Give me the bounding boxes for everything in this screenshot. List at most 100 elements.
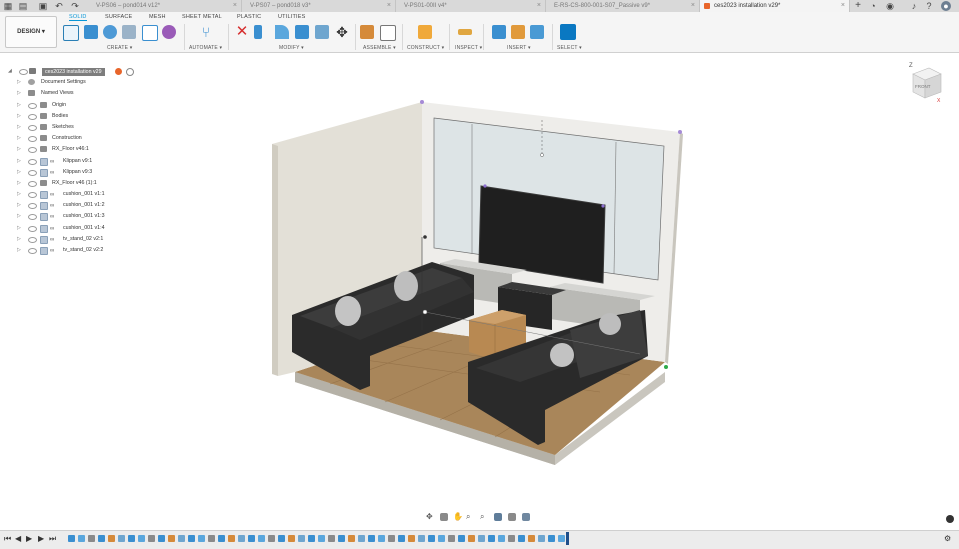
document-tab[interactable]: V-PS01-00II v4* × — [396, 0, 546, 12]
timeline-feature-icon[interactable] — [148, 535, 155, 542]
new-component-icon[interactable] — [360, 25, 374, 39]
fit-icon[interactable]: ⌕ — [480, 513, 488, 521]
automate-icon[interactable]: ⑂ — [199, 25, 213, 39]
timeline-feature-icon[interactable] — [528, 535, 535, 542]
timeline-feature-icon[interactable] — [118, 535, 125, 542]
form-icon[interactable] — [162, 25, 176, 39]
timeline-feature-icon[interactable] — [268, 535, 275, 542]
press-pull-icon[interactable] — [254, 25, 262, 39]
revolve-icon[interactable] — [103, 25, 117, 39]
cushion[interactable] — [599, 313, 621, 335]
timeline-feature-icon[interactable] — [508, 535, 515, 542]
sketch-point[interactable] — [422, 309, 428, 315]
timeline-feature-icon[interactable] — [368, 535, 375, 542]
measure-icon[interactable] — [458, 29, 472, 35]
timeline-feature-icon[interactable] — [168, 535, 175, 542]
insert-mesh-icon[interactable] — [511, 25, 525, 39]
close-icon[interactable]: × — [691, 0, 695, 12]
orbit-icon[interactable]: ✥ — [426, 513, 434, 521]
timeline-feature-icon[interactable] — [88, 535, 95, 542]
grid-menu-icon[interactable]: ▦ — [3, 1, 13, 11]
document-tab[interactable]: V-PS06 – pond014 v12* × — [88, 0, 242, 12]
close-icon[interactable]: × — [841, 0, 845, 12]
timeline-feature-icon[interactable] — [78, 535, 85, 542]
timeline-feature-icon[interactable] — [258, 535, 265, 542]
timeline-feature-icon[interactable] — [458, 535, 465, 542]
cushion[interactable] — [394, 271, 418, 301]
tab-utilities[interactable]: UTILITIES — [278, 14, 305, 20]
automate-menu[interactable]: AUTOMATE ▾ — [189, 45, 222, 51]
insert-derive-icon[interactable] — [492, 25, 506, 39]
timeline-feature-icon[interactable] — [108, 535, 115, 542]
vertex-point[interactable] — [423, 235, 427, 239]
timeline-feature-icon[interactable] — [468, 535, 475, 542]
close-icon[interactable]: × — [233, 0, 237, 12]
go-to-end-icon[interactable]: ⏭ — [49, 534, 56, 544]
vertex-point[interactable] — [678, 130, 682, 134]
timeline-feature-icon[interactable] — [348, 535, 355, 542]
document-tab-active[interactable]: ces2023 installation v29* × — [700, 0, 850, 12]
timeline-feature-icon[interactable] — [98, 535, 105, 542]
grid-settings-icon[interactable] — [508, 513, 516, 521]
origin-point[interactable] — [664, 365, 668, 369]
move-icon[interactable]: ✥ — [335, 25, 349, 39]
timeline-feature-icon[interactable] — [388, 535, 395, 542]
step-back-icon[interactable]: ◀ — [15, 534, 21, 544]
timeline-feature-icon[interactable] — [378, 535, 385, 542]
timeline-feature-icon[interactable] — [248, 535, 255, 542]
extrude-icon[interactable] — [84, 25, 98, 39]
pan-icon[interactable]: ✋ — [453, 513, 463, 521]
job-status-icon[interactable]: ◉ — [885, 1, 895, 11]
document-tab[interactable]: V-PS07 – pond018 v3* × — [242, 0, 396, 12]
file-icon[interactable]: ▤ — [18, 1, 28, 11]
insert-menu[interactable]: INSERT ▾ — [507, 45, 531, 51]
undo-icon[interactable]: ↶ — [54, 1, 64, 11]
pattern-icon[interactable] — [142, 25, 158, 41]
timeline-feature-icon[interactable] — [298, 535, 305, 542]
timeline-feature-icon[interactable] — [558, 535, 565, 542]
go-to-start-icon[interactable]: ⏮ — [4, 534, 11, 544]
zoom-icon[interactable]: ⌕ — [466, 513, 474, 521]
shell-icon[interactable] — [315, 25, 329, 39]
assemble-menu[interactable]: ASSEMBLE ▾ — [363, 45, 396, 51]
close-icon[interactable]: × — [537, 0, 541, 12]
timeline-feature-icon[interactable] — [328, 535, 335, 542]
timeline-marker[interactable] — [566, 532, 569, 545]
canvas-icon[interactable] — [530, 25, 544, 39]
timeline-feature-icon[interactable] — [498, 535, 505, 542]
construct-menu[interactable]: CONSTRUCT ▾ — [407, 45, 444, 51]
timeline-feature-icon[interactable] — [68, 535, 75, 542]
new-tab-icon[interactable]: + — [853, 1, 863, 11]
select-icon[interactable] — [560, 24, 576, 40]
viewport-canvas[interactable] — [0, 52, 959, 522]
select-menu[interactable]: SELECT ▾ — [557, 45, 582, 51]
play-icon[interactable]: ▶ — [26, 534, 32, 544]
timeline-feature-icon[interactable] — [518, 535, 525, 542]
tab-sheet-metal[interactable]: SHEET METAL — [182, 14, 222, 20]
timeline-feature-icon[interactable] — [548, 535, 555, 542]
timeline-feature-icon[interactable] — [418, 535, 425, 542]
timeline-feature-icon[interactable] — [338, 535, 345, 542]
save-icon[interactable]: ▣ — [38, 1, 48, 11]
timeline-feature-icon[interactable] — [308, 535, 315, 542]
step-forward-icon[interactable]: ▶ — [38, 534, 44, 544]
extensions-icon[interactable]: ◔ — [868, 1, 878, 11]
timeline-feature-icon[interactable] — [398, 535, 405, 542]
modify-menu[interactable]: MODIFY ▾ — [279, 45, 304, 51]
timeline-feature-icon[interactable] — [178, 535, 185, 542]
vertex-point[interactable] — [420, 100, 424, 104]
timeline-feature-icon[interactable] — [358, 535, 365, 542]
tab-surface[interactable]: SURFACE — [105, 14, 132, 20]
timeline-feature-icon[interactable] — [218, 535, 225, 542]
cushion[interactable] — [550, 343, 574, 367]
timeline-feature-icon[interactable] — [428, 535, 435, 542]
help-icon[interactable]: ? — [924, 1, 934, 11]
timeline-feature-icon[interactable] — [208, 535, 215, 542]
offset-plane-icon[interactable] — [418, 25, 432, 39]
hole-icon[interactable] — [122, 25, 136, 39]
sketch-point[interactable] — [540, 153, 544, 157]
timeline-feature-icon[interactable] — [138, 535, 145, 542]
timeline-feature-icon[interactable] — [318, 535, 325, 542]
timeline-feature-icon[interactable] — [238, 535, 245, 542]
timeline-feature-icon[interactable] — [158, 535, 165, 542]
